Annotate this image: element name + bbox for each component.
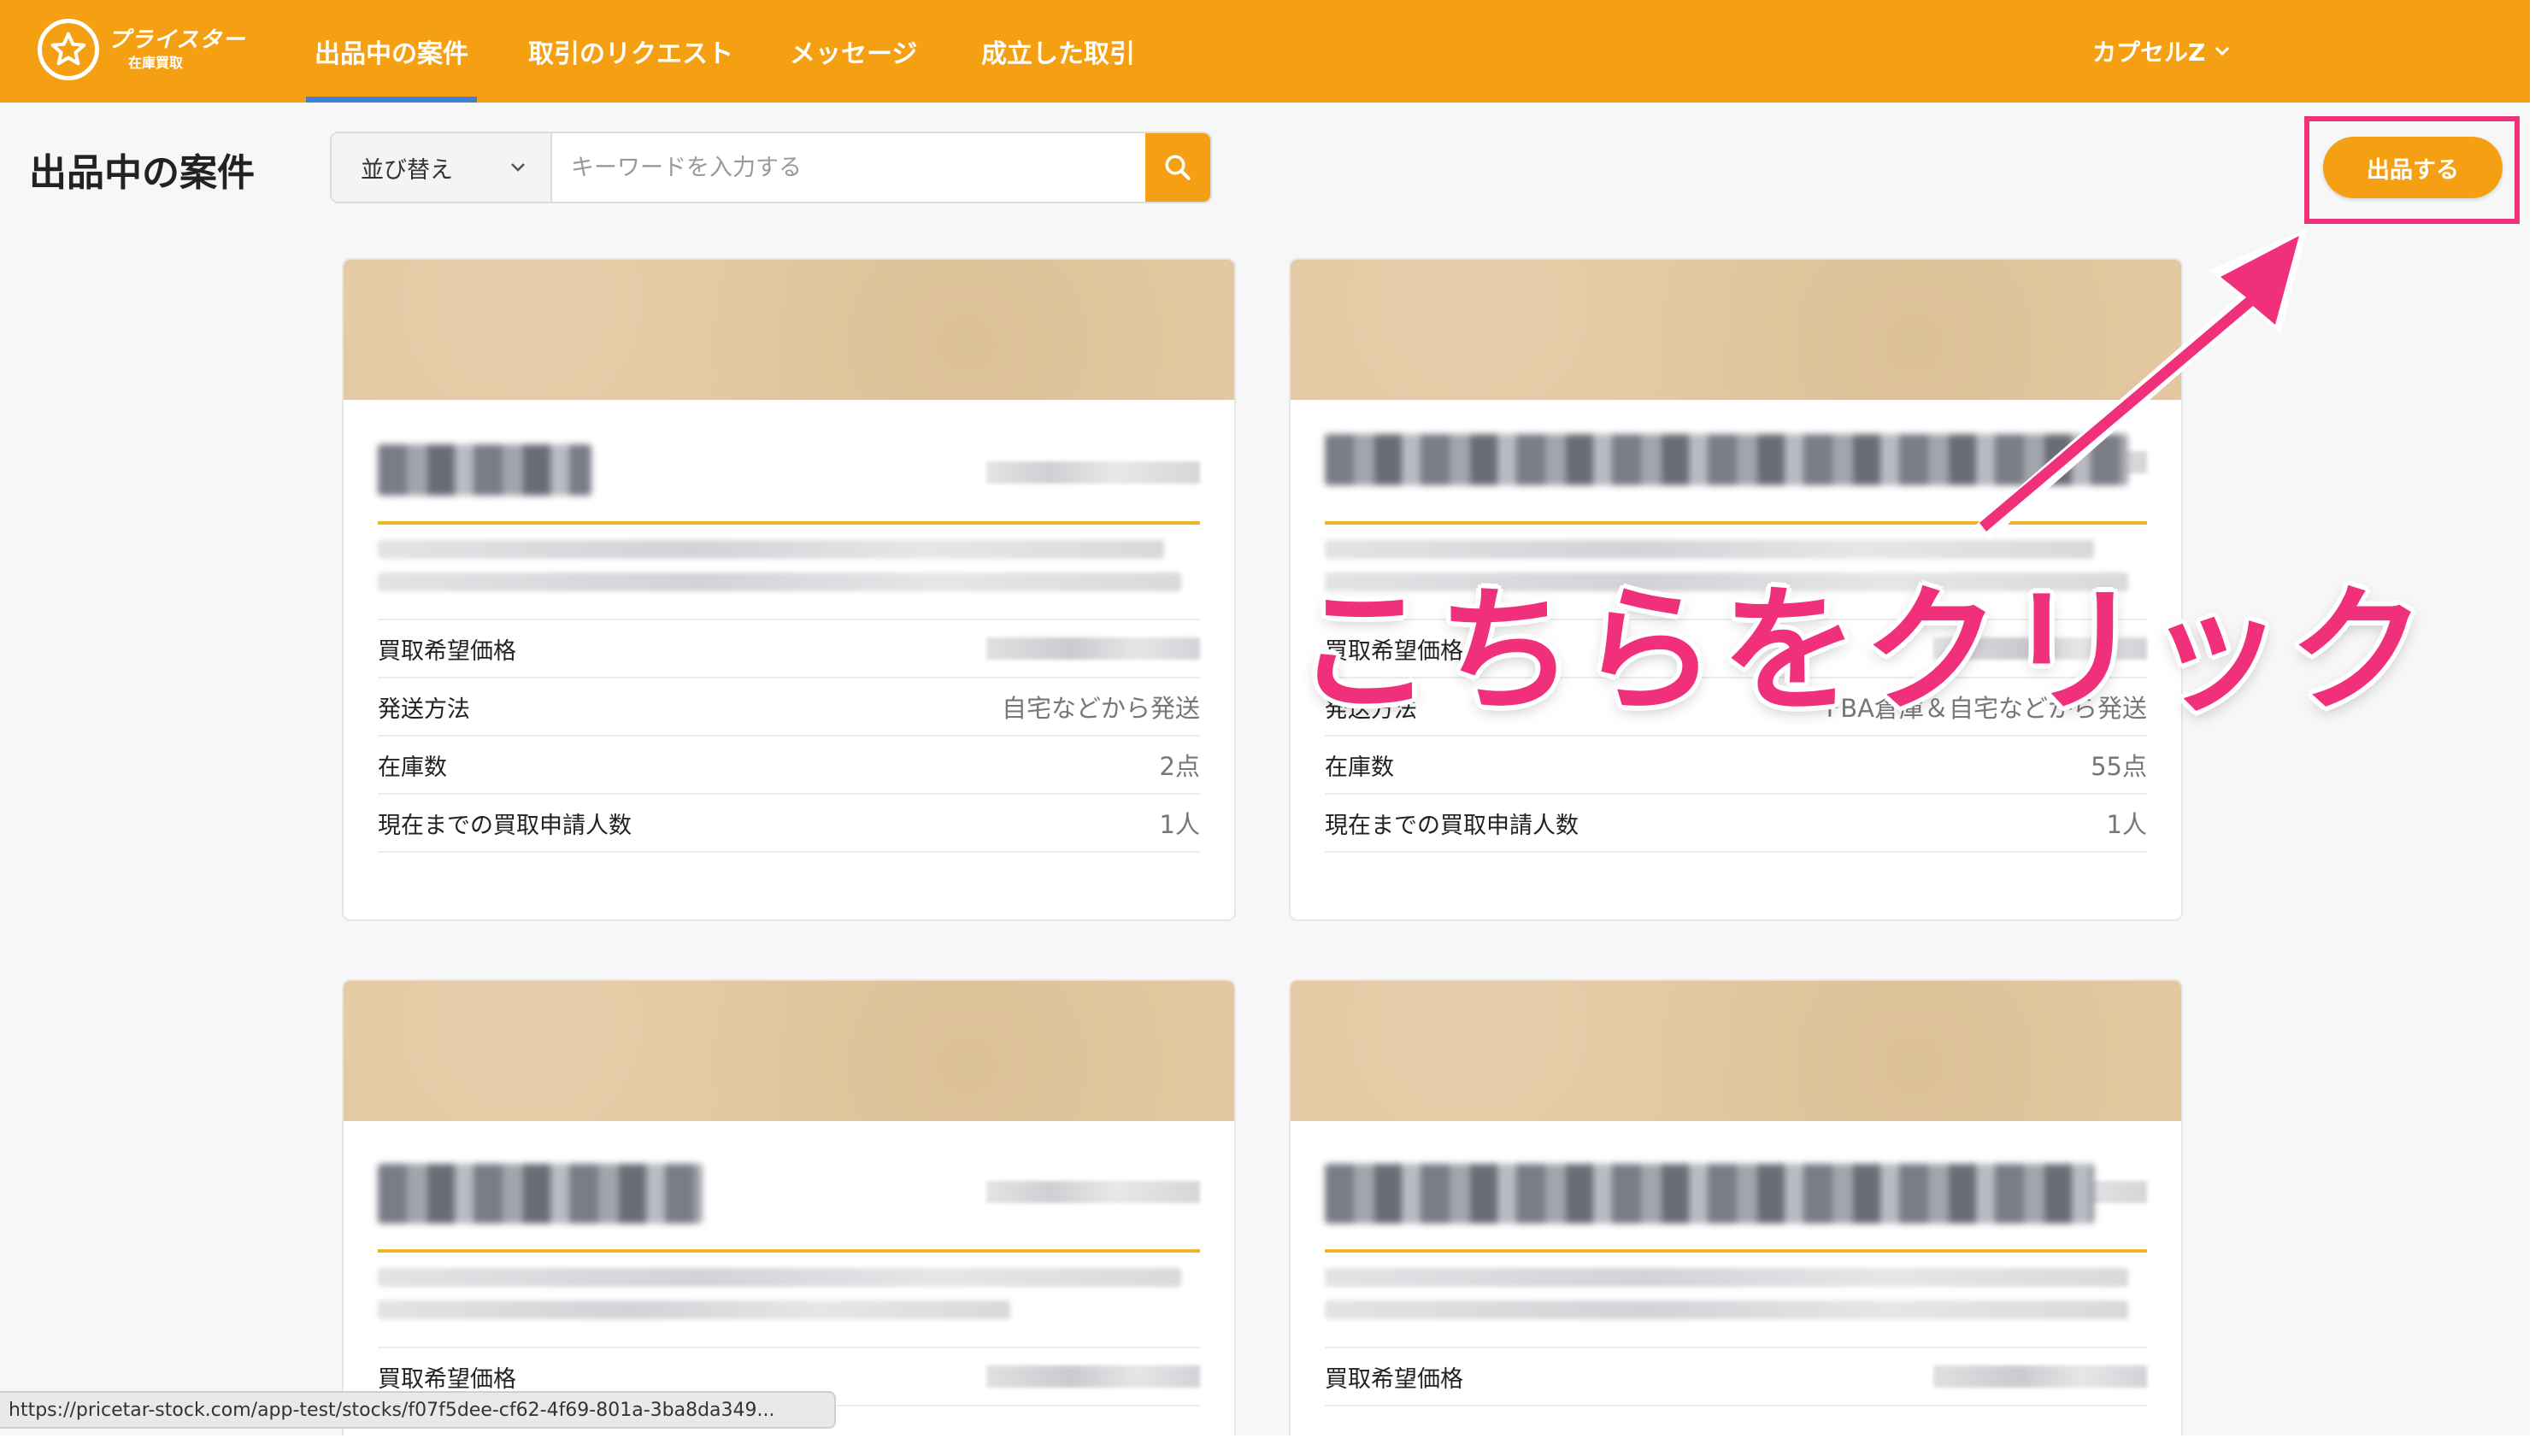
redacted-price [1933, 1365, 2147, 1388]
card-row: 在庫数 55点 [1325, 737, 2147, 795]
create-listing-button[interactable]: 出品する [2323, 137, 2503, 198]
chevron-down-icon [2215, 46, 2230, 56]
row-label: 買取希望価格 [1325, 1365, 1463, 1393]
tab-completed-trades[interactable]: 成立した取引 [981, 0, 1135, 103]
row-value: 55点 [2091, 752, 2147, 781]
listing-card[interactable]: 買取希望価格 [342, 979, 1236, 1435]
status-bar-url: https://pricetar-stock.com/app-test/stoc… [0, 1391, 836, 1429]
search-input[interactable] [552, 133, 1145, 202]
redacted-description [1325, 1300, 2128, 1319]
chevron-down-icon [511, 163, 525, 172]
card-row: 在庫数 2点 [378, 737, 1200, 795]
row-value: 1人 [2106, 810, 2147, 839]
card-row: 現在までの買取申請人数 1人 [378, 795, 1200, 853]
row-label: 現在までの買取申請人数 [1325, 812, 1579, 839]
redacted-date [986, 461, 1200, 484]
row-label: 現在までの買取申請人数 [378, 812, 632, 839]
redacted-price [986, 1365, 1200, 1388]
star-icon [38, 19, 99, 80]
redacted-title [378, 444, 591, 496]
user-name: カプセルZ [2092, 38, 2206, 67]
top-navbar: プライスター 在庫買取 出品中の案件 取引のリクエスト メッセージ 成立した取引… [0, 0, 2530, 103]
card-divider [1325, 1249, 2147, 1253]
redacted-date [986, 1181, 1200, 1203]
redacted-description [378, 1300, 1010, 1319]
annotation-text: こちらをクリック [1296, 571, 2432, 731]
row-label: 在庫数 [378, 754, 447, 781]
redacted-description [378, 572, 1181, 591]
tab-trade-requests[interactable]: 取引のリクエスト [528, 0, 733, 103]
card-banner-image [1291, 981, 2181, 1121]
card-detail-rows: 買取希望価格 発送方法 自宅などから発送 在庫数 2点 現在までの買取申請人数 … [378, 619, 1200, 853]
redacted-price [986, 637, 1200, 660]
card-banner-image [344, 260, 1234, 400]
tab-listed-items[interactable]: 出品中の案件 [306, 0, 477, 103]
listing-card[interactable]: 買取希望価格 発送方法 自宅などから発送 在庫数 2点 現在までの買取申請人数 … [342, 258, 1236, 921]
card-row: 買取希望価格 [1325, 1348, 2147, 1406]
row-value: 自宅などから発送 [1001, 694, 1200, 723]
row-value: 2点 [1159, 752, 1200, 781]
card-banner-image [344, 981, 1234, 1121]
sort-select-label: 並び替え [361, 156, 453, 184]
redacted-title [378, 1164, 703, 1224]
redacted-description [378, 540, 1164, 559]
sort-select[interactable]: 並び替え [332, 133, 552, 202]
tab-messages[interactable]: メッセージ [790, 0, 917, 103]
logo-sub-text: 在庫買取 [128, 55, 184, 71]
redacted-title [1325, 1164, 2094, 1224]
row-label: 買取希望価格 [378, 637, 516, 665]
listing-card[interactable]: 買取希望価格 [1289, 979, 2183, 1435]
card-detail-rows: 買取希望価格 [1325, 1347, 2147, 1406]
redacted-description [378, 1268, 1181, 1287]
row-label: 買取希望価格 [378, 1365, 516, 1393]
app-window: プライスター 在庫買取 出品中の案件 取引のリクエスト メッセージ 成立した取引… [0, 0, 2530, 1435]
card-row: 買取希望価格 [378, 620, 1200, 678]
brand-logo[interactable]: プライスター 在庫買取 [38, 19, 245, 80]
row-value: 1人 [1159, 810, 1200, 839]
search-button[interactable] [1145, 133, 1210, 202]
user-menu[interactable]: カプセルZ [2092, 0, 2231, 103]
card-divider [378, 1249, 1200, 1253]
annotation-arrow [1976, 229, 2308, 540]
card-row: 発送方法 自宅などから発送 [378, 678, 1200, 737]
row-label: 在庫数 [1325, 754, 1394, 781]
search-bar: 並び替え [330, 132, 1212, 203]
page-title: 出品中の案件 [29, 151, 255, 195]
row-label: 発送方法 [378, 696, 470, 723]
search-icon [1165, 155, 1191, 180]
logo-main-text: プライスター [108, 27, 246, 53]
redacted-description [1325, 1268, 2128, 1287]
card-divider [378, 521, 1200, 525]
card-row: 現在までの買取申請人数 1人 [1325, 795, 2147, 853]
